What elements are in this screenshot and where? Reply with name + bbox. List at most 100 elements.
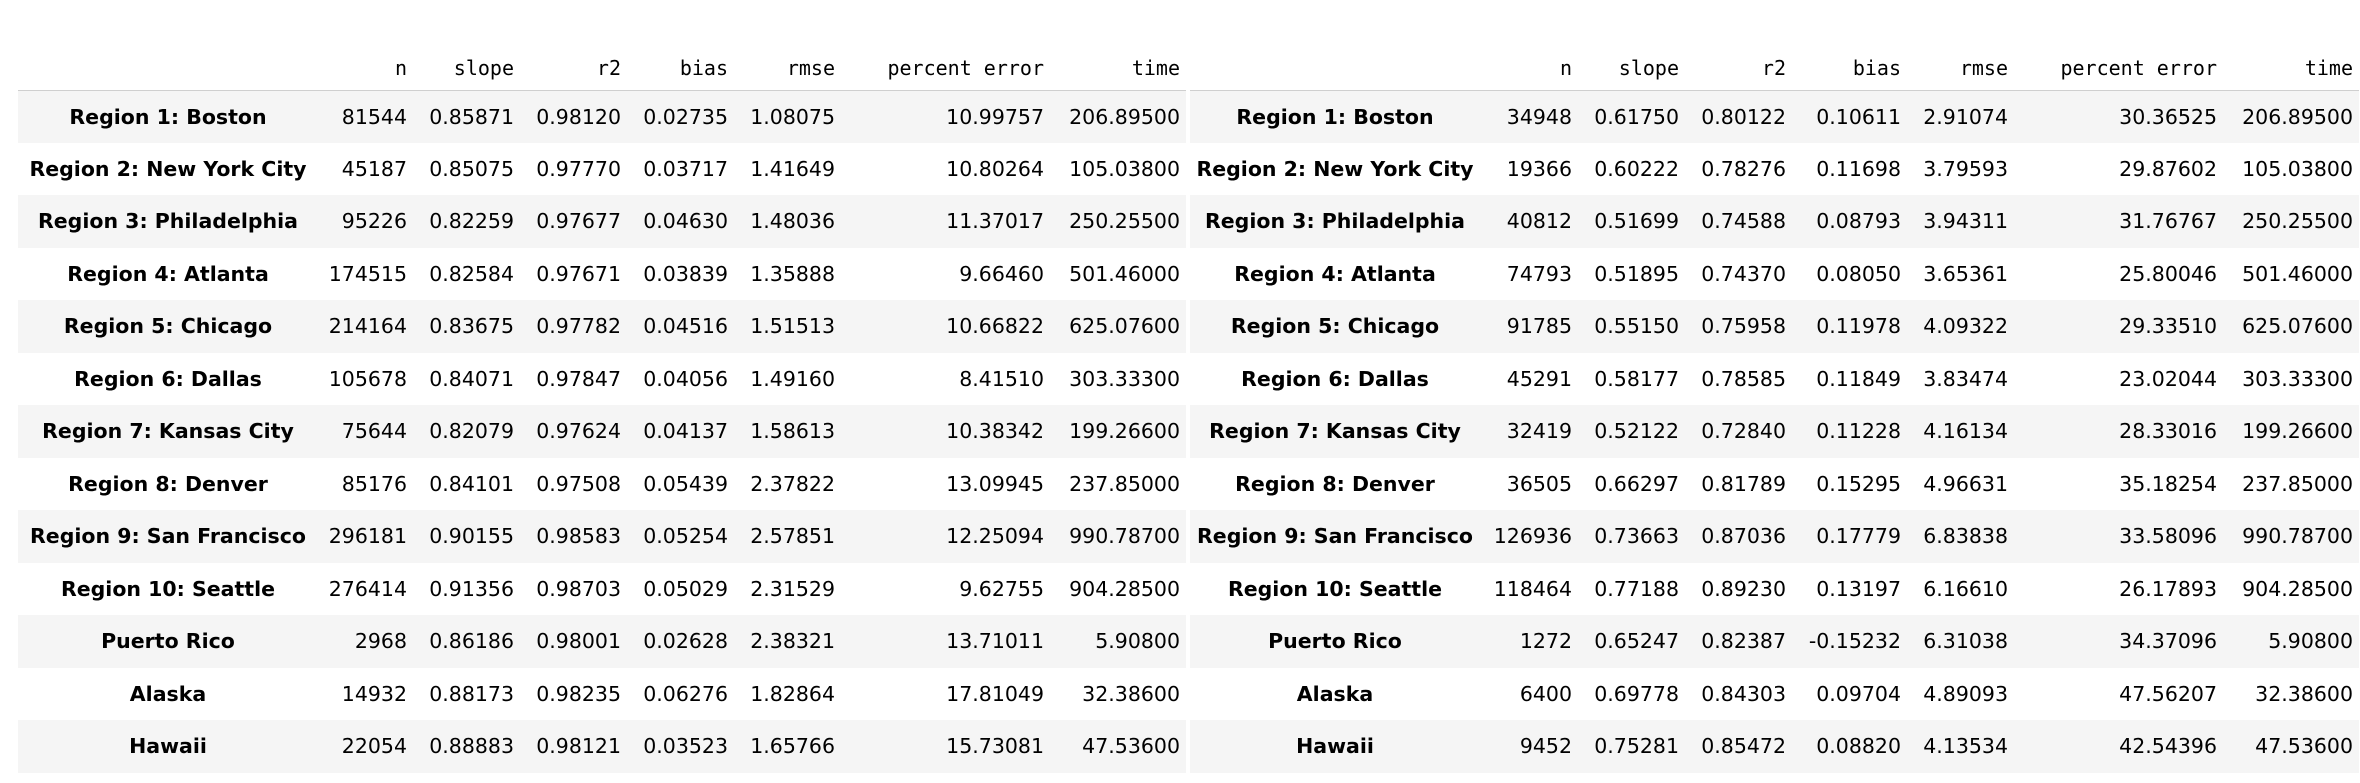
cell-rmse: 3.65361: [1923, 261, 2008, 286]
cell-rmse: 6.16610: [1923, 576, 2008, 601]
cell-bias: 0.03717: [643, 156, 728, 181]
column-header-bias: bias: [627, 50, 734, 91]
column-header-r2: r2: [1685, 50, 1792, 91]
table-row: Region 1: Boston 81544 0.85871 0.98120 0.027…: [18, 90, 1186, 143]
cell-r2: 0.98583: [536, 524, 621, 549]
cell-time: 303.33300: [1069, 366, 1180, 391]
cell-bias: 0.11228: [1816, 419, 1901, 444]
table-row: Hawaii 22054 0.88883 0.98121 0.03523 1.65766 1…: [18, 720, 1186, 773]
cell-time: 625.07600: [1069, 314, 1180, 339]
cell-rmse: 2.57851: [750, 524, 835, 549]
cell-time: 904.28500: [1069, 576, 1180, 601]
cell-r2: 0.98121: [536, 734, 621, 759]
cell-r2: 0.78276: [1701, 156, 1786, 181]
cell-n: 45187: [341, 156, 407, 181]
cell-time: 47.53600: [2255, 734, 2353, 759]
table-row: Region 8: Denver 85176 0.84101 0.97508 0.054…: [18, 457, 1186, 510]
cell-slope: 0.82584: [429, 261, 514, 286]
cell-time: 199.26600: [1069, 419, 1180, 444]
cell-percent-error: 8.41510: [959, 366, 1044, 391]
table-row: Region 7: Kansas City 32419 0.52122 0.72840…: [1190, 405, 2359, 458]
cell-rmse: 1.48036: [750, 209, 835, 234]
cell-n: 118464: [1493, 576, 1572, 601]
cell-n: 105678: [328, 366, 407, 391]
cell-slope: 0.86186: [429, 629, 514, 654]
cell-n: 40812: [1506, 209, 1572, 234]
cell-n: 22054: [341, 734, 407, 759]
table-row: Region 1: Boston 34948 0.61750 0.80122 0.106…: [1190, 90, 2359, 143]
cell-rmse: 4.16134: [1923, 419, 2008, 444]
cell-n: 2968: [354, 629, 407, 654]
cell-bias: 0.08793: [1816, 209, 1901, 234]
dataframe-table-left: n slope r2 bias rmse percent error time Region…: [18, 50, 1186, 773]
cell-n: 85176: [341, 471, 407, 496]
cell-r2: 0.85472: [1701, 734, 1786, 759]
cell-r2: 0.97847: [536, 366, 621, 391]
cell-rmse: 2.91074: [1923, 104, 2008, 129]
cell-n: 126936: [1493, 524, 1572, 549]
column-header-percent-error: percent error: [841, 50, 1050, 91]
table-row: Region 4: Atlanta 74793 0.51895 0.74370 0.08…: [1190, 247, 2359, 300]
cell-time: 501.46000: [1069, 261, 1180, 286]
cell-rmse: 1.41649: [750, 156, 835, 181]
cell-percent-error: 10.99757: [946, 104, 1044, 129]
cell-r2: 0.87036: [1701, 524, 1786, 549]
column-header-rmse: rmse: [734, 50, 841, 91]
cell-time: 47.53600: [1082, 734, 1180, 759]
cell-slope: 0.52122: [1594, 419, 1679, 444]
column-header-index: [18, 50, 318, 91]
dataframe-output-area: n slope r2 bias rmse percent error time Region…: [18, 50, 2359, 773]
cell-percent-error: 13.71011: [946, 629, 1044, 654]
row-label: Region 5: Chicago: [1230, 314, 1440, 339]
cell-slope: 0.85871: [429, 104, 514, 129]
cell-time: 206.89500: [2242, 104, 2353, 129]
row-label: Region 4: Atlanta: [1234, 261, 1436, 286]
cell-time: 990.78700: [1069, 524, 1180, 549]
cell-n: 9452: [1519, 734, 1572, 759]
column-header-n: n: [1480, 50, 1578, 91]
cell-bias: 0.06276: [643, 681, 728, 706]
cell-slope: 0.77188: [1594, 576, 1679, 601]
table-row: Region 5: Chicago 214164 0.83675 0.97782 0.0…: [18, 300, 1186, 353]
cell-time: 237.85000: [2242, 471, 2353, 496]
cell-r2: 0.97624: [536, 419, 621, 444]
column-header-time: time: [2223, 50, 2359, 91]
cell-bias: 0.02628: [643, 629, 728, 654]
cell-bias: 0.08050: [1816, 261, 1901, 286]
cell-rmse: 4.96631: [1923, 471, 2008, 496]
cell-percent-error: 10.38342: [946, 419, 1044, 444]
table-row: Region 10: Seattle 118464 0.77188 0.89230 0.…: [1190, 562, 2359, 615]
cell-slope: 0.84101: [429, 471, 514, 496]
cell-r2: 0.74588: [1701, 209, 1786, 234]
cell-slope: 0.82259: [429, 209, 514, 234]
cell-n: 34948: [1506, 104, 1572, 129]
cell-rmse: 3.83474: [1923, 366, 2008, 391]
cell-n: 74793: [1506, 261, 1572, 286]
cell-r2: 0.82387: [1701, 629, 1786, 654]
cell-bias: 0.08820: [1816, 734, 1901, 759]
cell-bias: 0.04516: [643, 314, 728, 339]
row-label: Region 1: Boston: [1236, 104, 1434, 129]
column-header-n: n: [318, 50, 413, 91]
cell-percent-error: 29.87602: [2119, 156, 2217, 181]
cell-rmse: 1.65766: [750, 734, 835, 759]
cell-slope: 0.88883: [429, 734, 514, 759]
row-label: Region 3: Philadelphia: [1204, 209, 1466, 234]
cell-n: 95226: [341, 209, 407, 234]
cell-rmse: 4.89093: [1923, 681, 2008, 706]
column-header-r2: r2: [520, 50, 627, 91]
cell-bias: 0.11978: [1816, 314, 1901, 339]
cell-slope: 0.82079: [429, 419, 514, 444]
cell-percent-error: 9.66460: [959, 261, 1044, 286]
cell-slope: 0.65247: [1594, 629, 1679, 654]
row-label: Region 8: Denver: [68, 471, 268, 496]
cell-bias: 0.04056: [643, 366, 728, 391]
cell-percent-error: 31.76767: [2119, 209, 2217, 234]
cell-n: 174515: [328, 261, 407, 286]
cell-r2: 0.97782: [536, 314, 621, 339]
cell-bias: 0.11698: [1816, 156, 1901, 181]
cell-time: 105.03800: [2242, 156, 2353, 181]
cell-n: 36505: [1506, 471, 1572, 496]
row-label: Region 9: San Francisco: [30, 524, 306, 549]
cell-r2: 0.74370: [1701, 261, 1786, 286]
